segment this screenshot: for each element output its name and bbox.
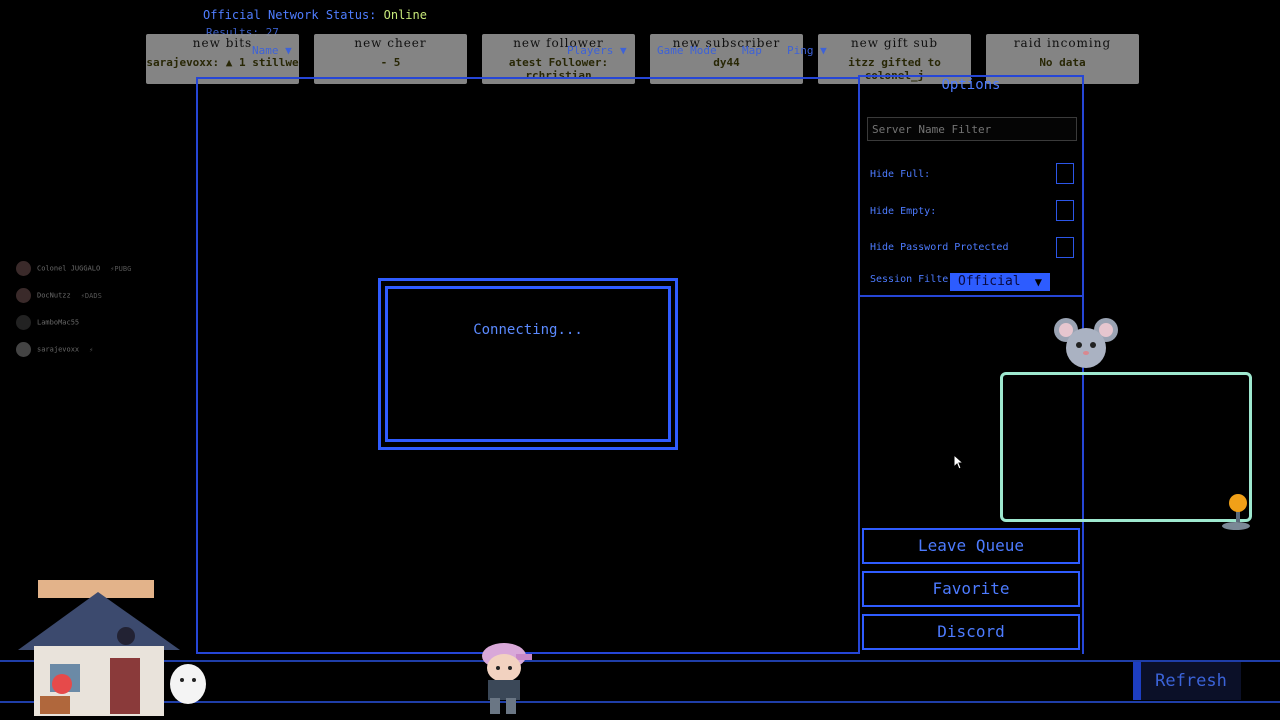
alert-title: raid incoming	[1013, 36, 1112, 50]
column-game-mode-header[interactable]: Game Mode	[657, 44, 717, 57]
chat-viewer-row: DocNutzz ⚡DADS	[16, 288, 102, 303]
mouse-mascot-icon	[1054, 318, 1118, 368]
column-players-header[interactable]: Players ▼	[567, 44, 627, 57]
alert-value: - 5	[380, 56, 401, 69]
alert-title: new cheer	[354, 36, 427, 50]
connecting-dialog: Connecting...	[378, 278, 678, 450]
alert-value: sarajevoxx: ▲ 1 stillwe	[146, 56, 299, 69]
leave-queue-button[interactable]: Leave Queue	[862, 528, 1080, 564]
chevron-down-icon: ▼	[1034, 275, 1042, 289]
network-status-label: Official Network Status:	[203, 8, 377, 22]
chat-viewer-row: LamboMac55	[16, 315, 89, 330]
viewer-game: ⚡	[89, 345, 94, 354]
viewer-game: ⚡PUBG	[110, 264, 132, 273]
webcam-frame	[1000, 372, 1252, 522]
column-map-header[interactable]: Map	[742, 44, 762, 57]
mouse-cursor-icon	[953, 454, 963, 470]
session-filter-dropdown[interactable]: Official ▼	[950, 273, 1050, 291]
column-name-header[interactable]: Name ▼	[252, 44, 292, 57]
refresh-button[interactable]: Refresh	[1133, 662, 1241, 700]
column-ping-header[interactable]: Ping ▼	[787, 44, 827, 57]
hide-password-checkbox[interactable]	[1056, 237, 1074, 258]
avatar	[16, 288, 31, 303]
hide-full-checkbox[interactable]	[1056, 163, 1074, 184]
alert-title: new gift sub	[850, 36, 939, 50]
hide-full-label: Hide Full:	[870, 169, 931, 180]
avatar	[16, 315, 31, 330]
hide-empty-checkbox[interactable]	[1056, 200, 1074, 221]
character-sprite	[482, 643, 532, 714]
session-filter-label: Session Filter:	[870, 274, 961, 285]
viewer-name: Colonel JUGGALO	[37, 264, 101, 273]
options-panel: Options Hide Full: Hide Empty: Hide Pass…	[858, 75, 1084, 297]
connecting-dialog-inner: Connecting...	[385, 286, 671, 442]
viewer-name: sarajevoxx	[37, 345, 80, 354]
session-filter-value: Official	[958, 274, 1021, 289]
network-status: Official Network Status: Online	[203, 8, 427, 22]
viewer-name: DocNutzz	[37, 291, 71, 300]
favorite-button[interactable]: Favorite	[862, 571, 1080, 607]
network-status-value: Online	[383, 8, 427, 22]
connecting-text: Connecting...	[473, 322, 583, 338]
alert-value: No data	[1039, 56, 1086, 69]
discord-button[interactable]: Discord	[862, 614, 1080, 650]
avatar	[16, 261, 31, 276]
chat-viewer-row: sarajevoxx ⚡	[16, 342, 93, 357]
alert-value: dy44	[713, 56, 740, 69]
joystick-icon	[1222, 494, 1250, 530]
options-title: Options	[941, 77, 1001, 93]
hide-password-label: Hide Password Protected	[870, 242, 1009, 253]
avatar	[16, 342, 31, 357]
server-name-filter-input[interactable]	[867, 117, 1077, 141]
viewer-game: ⚡DADS	[80, 291, 102, 300]
chat-viewer-row: Colonel JUGGALO ⚡PUBG	[16, 261, 131, 276]
hide-empty-label: Hide Empty:	[870, 206, 937, 217]
viewer-name: LamboMac55	[37, 318, 80, 327]
cottage-illustration	[18, 580, 206, 716]
